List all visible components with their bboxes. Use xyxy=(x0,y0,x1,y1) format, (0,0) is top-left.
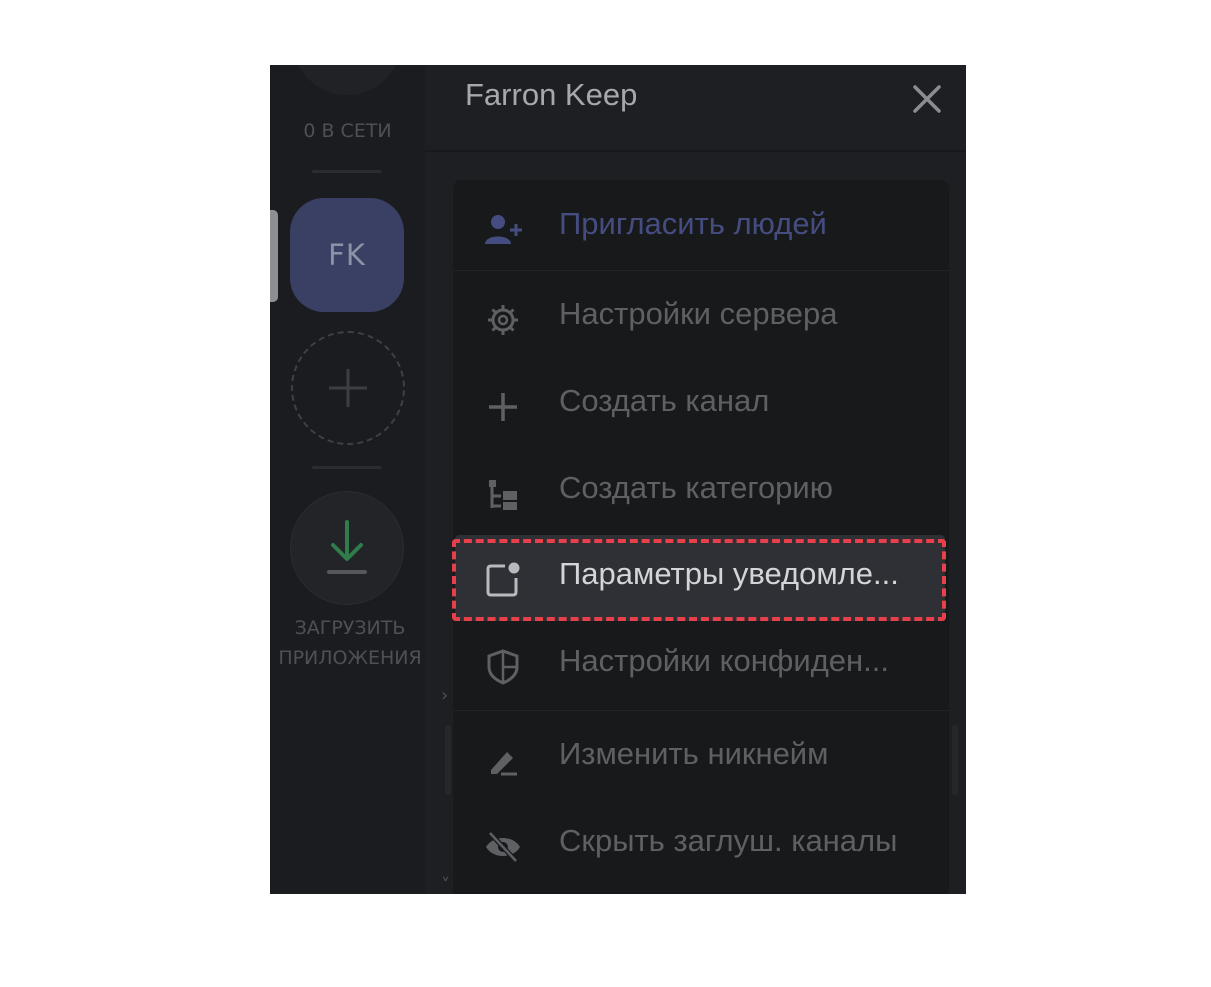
chevron-right-icon: › xyxy=(441,685,449,706)
server-rail: 0 В СЕТИ FK ЗАГРУЗИТЬ ПРИЛОЖЕНИЯ xyxy=(270,65,425,894)
channel-sidebar: Farron Keep › ˅ Пригласить людей Настрой… xyxy=(425,65,966,894)
menu-item-label: Настройки сервера xyxy=(559,296,838,331)
download-icon xyxy=(327,520,367,574)
plus-icon xyxy=(489,393,517,421)
menu-item-label: Скрыть заглуш. каналы xyxy=(559,823,898,858)
download-apps-label: ЗАГРУЗИТЬ ПРИЛОЖЕНИЯ xyxy=(278,617,422,669)
menu-item-label: Изменить никнейм xyxy=(559,736,829,771)
shield-icon xyxy=(487,649,519,685)
menu-item-change-nickname[interactable]: Изменить никнейм xyxy=(453,715,949,801)
app-window: 0 В СЕТИ FK ЗАГРУЗИТЬ ПРИЛОЖЕНИЯ Farron … xyxy=(270,65,966,894)
rail-separator xyxy=(312,466,382,469)
plus-icon xyxy=(329,369,367,407)
add-server-button[interactable] xyxy=(291,331,405,445)
menu-item-invite[interactable]: Пригласить людей xyxy=(453,185,949,271)
rail-separator xyxy=(312,170,382,173)
menu-item-label: Создать категорию xyxy=(559,470,833,505)
selected-server-indicator xyxy=(270,210,278,302)
menu-item-label: Пригласить людей xyxy=(559,206,827,241)
menu-item-hide-muted-channels[interactable]: Скрыть заглуш. каналы xyxy=(453,802,949,888)
eye-slash-icon xyxy=(486,831,520,863)
menu-divider xyxy=(453,710,949,711)
scrollbar[interactable] xyxy=(445,725,451,795)
chevron-down-icon: ˅ xyxy=(441,875,450,894)
menu-divider xyxy=(453,270,949,271)
server-dropdown-menu: Пригласить людей Настройки сервера Созда… xyxy=(453,180,949,894)
server-icon-fk[interactable]: FK xyxy=(290,198,404,312)
download-apps-button[interactable] xyxy=(290,491,404,605)
home-button[interactable] xyxy=(292,65,402,95)
close-icon[interactable] xyxy=(909,81,945,117)
gear-icon xyxy=(488,305,518,335)
add-person-icon xyxy=(485,215,522,244)
server-header[interactable]: Farron Keep xyxy=(425,65,966,152)
category-icon xyxy=(489,480,517,510)
menu-item-label: Настройки конфиден... xyxy=(559,643,889,678)
menu-item-create-channel[interactable]: Создать канал xyxy=(453,362,949,448)
menu-item-privacy-settings[interactable]: Настройки конфиден... xyxy=(453,622,949,708)
menu-item-create-category[interactable]: Создать категорию xyxy=(453,449,949,535)
pencil-icon xyxy=(491,752,517,776)
menu-item-server-settings[interactable]: Настройки сервера xyxy=(453,275,949,361)
server-name: Farron Keep xyxy=(465,77,638,112)
menu-item-label: Создать канал xyxy=(559,383,770,418)
highlight-annotation xyxy=(452,539,946,621)
online-count: 0 В СЕТИ xyxy=(303,120,392,142)
scrollbar[interactable] xyxy=(952,725,958,795)
